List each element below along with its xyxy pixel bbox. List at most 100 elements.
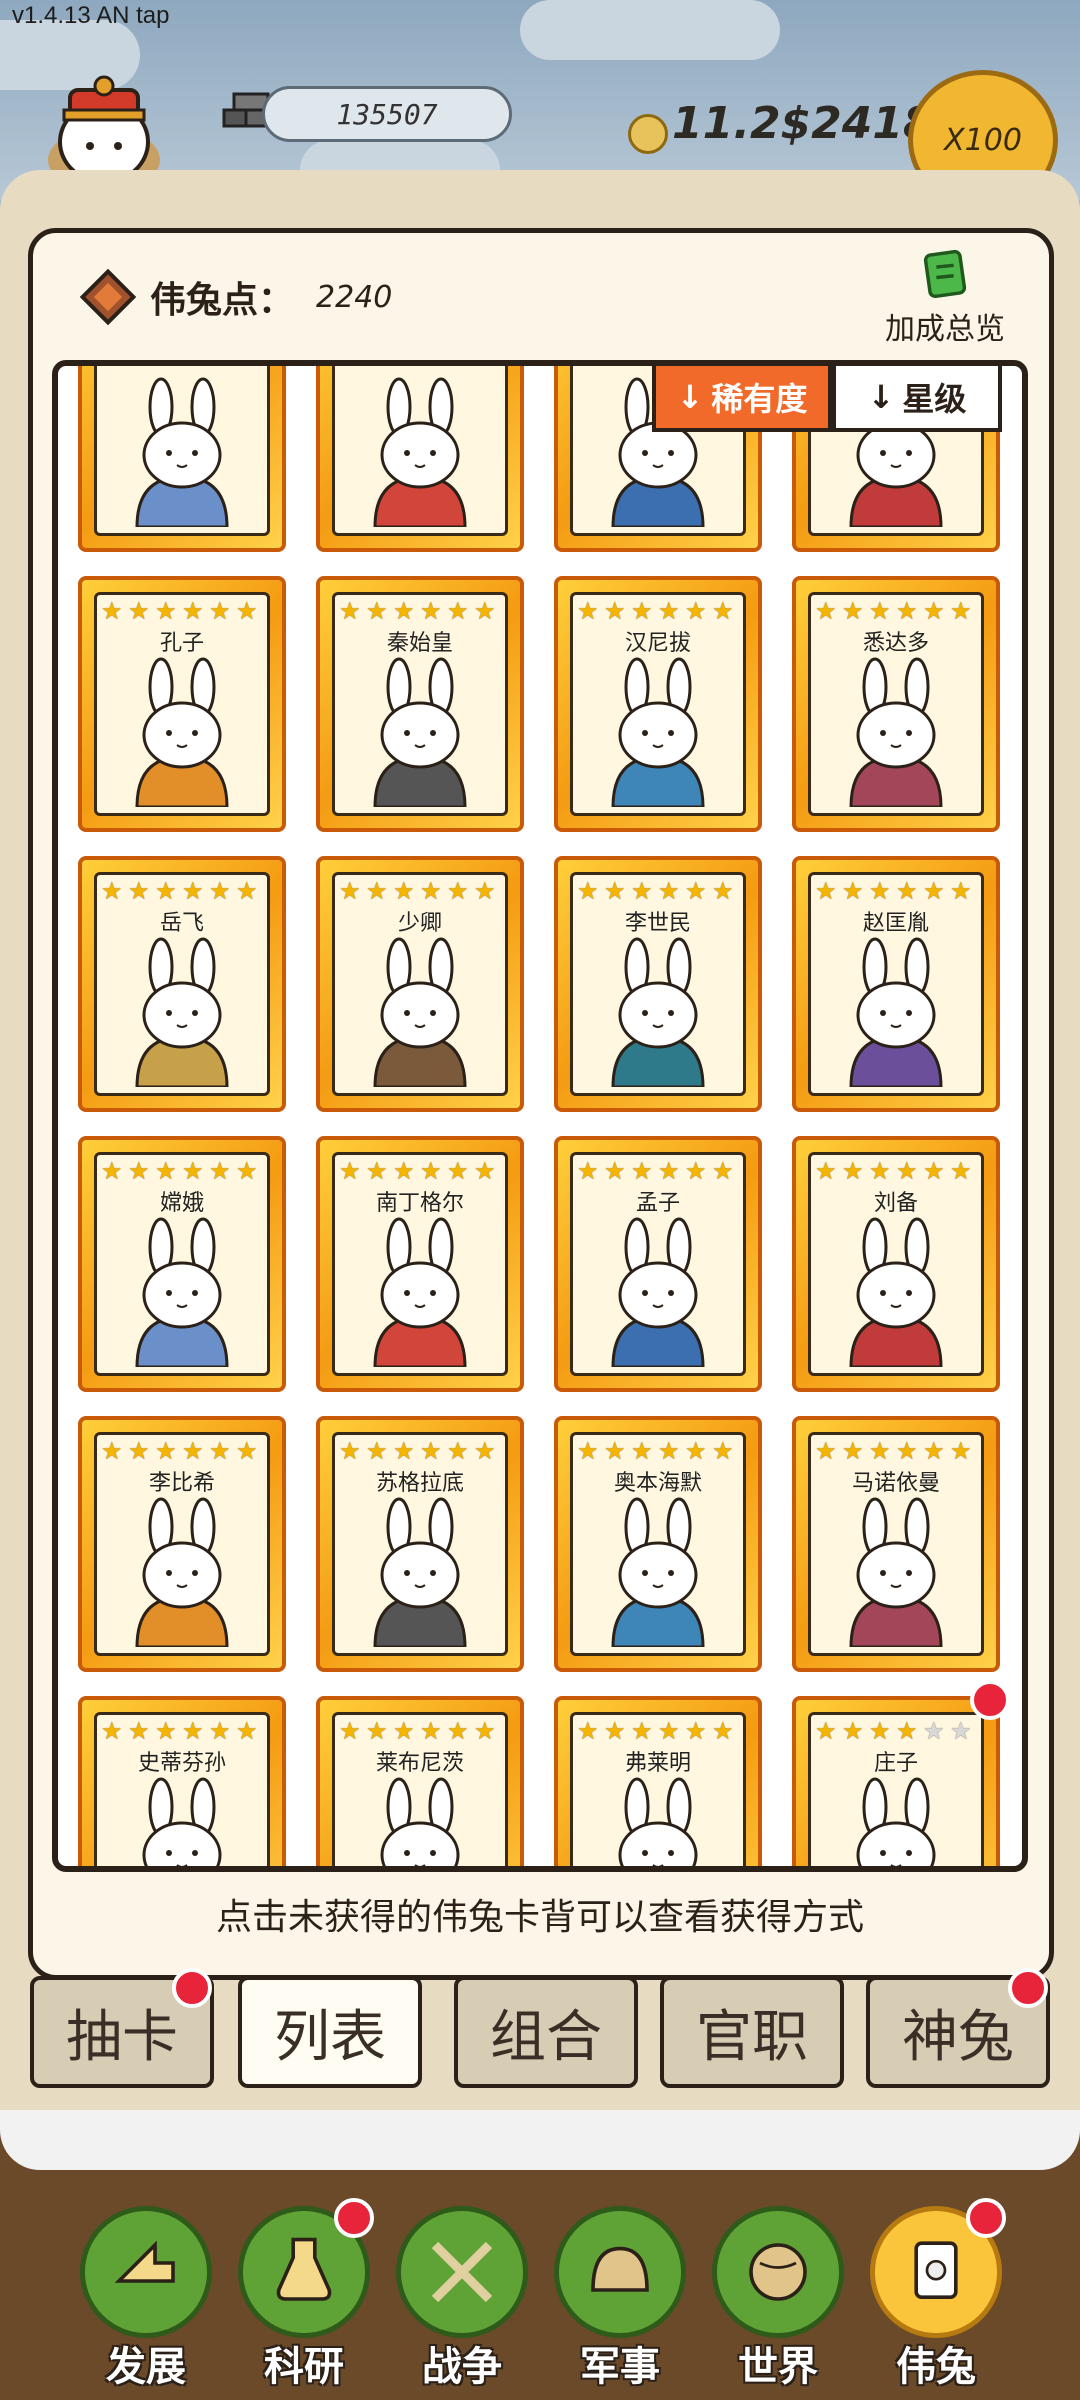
star-rating: ★ ★ ★ ★ ★ ★ bbox=[811, 875, 981, 903]
nav-item-1[interactable]: 发展 bbox=[76, 2206, 216, 2396]
star-icon: ★ bbox=[393, 1437, 415, 1465]
sort-by-stars-button[interactable]: ↓ 星级 bbox=[832, 362, 1002, 432]
star-rating: ★ ★ ★ ★ ★ ★ bbox=[97, 1435, 267, 1463]
star-icon: ★ bbox=[604, 1717, 626, 1745]
star-icon: ★ bbox=[236, 877, 258, 905]
sort-rarity-label: 稀有度 bbox=[711, 380, 808, 418]
nav-button[interactable] bbox=[712, 2206, 844, 2338]
star-icon: ★ bbox=[685, 1717, 707, 1745]
hero-card[interactable]: ★ ★ ★ ★ ★ ★ 莱布尼茨 bbox=[316, 1696, 524, 1866]
emperor-avatar-icon[interactable] bbox=[40, 50, 168, 190]
hero-card[interactable]: ★ ★ ★ ★ ★ ★ 弗莱明 bbox=[554, 1696, 762, 1866]
tab-2[interactable]: 列表 bbox=[238, 1976, 422, 2088]
star-icon: ★ bbox=[712, 877, 734, 905]
hero-card[interactable]: ★ ★ ★ ★ ★ ★ 刘备 bbox=[792, 1136, 1000, 1392]
hero-card[interactable]: ★ ★ ★ ★ ★ ★ 岳飞 bbox=[78, 856, 286, 1112]
resource-counter: 135507 bbox=[262, 86, 512, 142]
star-rating: ★ ★ ★ ★ ★ ★ bbox=[335, 1155, 505, 1183]
star-icon: ★ bbox=[923, 1717, 945, 1745]
card-grid-frame[interactable]: ★ ★ ★ ★ ★ ★ 孔子 ★ ★ ★ ★ ★ ★ 秦始皇 ★ ★ ★ ★ ★ ★ 汉尼拔 ★ ★ ★ ★ ★ ★ 悉达多 ★ ★ ★ ★ ★… bbox=[52, 360, 1028, 1872]
card-name: 李世民 bbox=[624, 911, 691, 936]
hero-card[interactable]: ★ ★ ★ ★ ★ ★ 嫦娥 bbox=[78, 1136, 286, 1392]
nav-label: 军事 bbox=[580, 2344, 660, 2390]
star-icon: ★ bbox=[950, 1437, 972, 1465]
star-rating: ★ ★ ★ ★ ★ ★ bbox=[573, 1155, 743, 1183]
nav-label: 战争 bbox=[422, 2344, 502, 2390]
hero-card[interactable]: ★ ★ ★ ★ ★ ★ 马诺依曼 bbox=[792, 1416, 1000, 1672]
star-icon: ★ bbox=[815, 1437, 837, 1465]
star-icon: ★ bbox=[631, 877, 653, 905]
star-icon: ★ bbox=[577, 1437, 599, 1465]
star-icon: ★ bbox=[128, 597, 150, 625]
hero-card[interactable]: ★ ★ ★ ★ ★ ★ 李世民 bbox=[554, 856, 762, 1112]
nav-item-5[interactable]: 世界 bbox=[708, 2206, 848, 2396]
star-rating: ★ ★ ★ ★ ★ ★ bbox=[811, 1435, 981, 1463]
star-icon: ★ bbox=[950, 1157, 972, 1185]
hero-card[interactable]: ★ ★ ★ ★ ★ ★ 赵匡胤 bbox=[792, 856, 1000, 1112]
star-icon: ★ bbox=[658, 1157, 680, 1185]
notification-badge bbox=[172, 1968, 212, 2008]
nav-button[interactable] bbox=[396, 2206, 528, 2338]
star-rating: ★ ★ ★ ★ ★ ★ bbox=[573, 595, 743, 623]
card-face: ★ ★ ★ ★ ★ ★ 岳飞 bbox=[94, 872, 270, 1096]
star-icon: ★ bbox=[393, 1157, 415, 1185]
points-label: 伟兔点： bbox=[150, 280, 295, 321]
hero-card[interactable]: ★ ★ ★ ★ ★ ★ 苏格拉底 bbox=[316, 1416, 524, 1672]
star-icon: ★ bbox=[236, 1157, 258, 1185]
tab-4[interactable]: 官职 bbox=[660, 1976, 844, 2088]
bunny-character-icon bbox=[618, 1777, 698, 1866]
hero-card[interactable]: ★ ★ ★ ★ ★ ★ 庄子 bbox=[792, 1696, 1000, 1866]
hero-card[interactable]: ★ ★ ★ ★ ★ ★ 少卿 bbox=[316, 856, 524, 1112]
card-face: ★ ★ ★ ★ ★ ★ 汉尼拔 bbox=[570, 592, 746, 816]
bunny-character-icon bbox=[611, 937, 705, 1087]
star-icon: ★ bbox=[658, 1717, 680, 1745]
tab-3[interactable]: 组合 bbox=[454, 1976, 638, 2088]
bonus-overview-button[interactable]: 加成总览 bbox=[870, 248, 1020, 348]
star-icon: ★ bbox=[474, 1717, 496, 1745]
star-icon: ★ bbox=[685, 1157, 707, 1185]
hero-card[interactable]: ★ ★ ★ ★ ★ ★ 奥本海默 bbox=[554, 1416, 762, 1672]
hero-card[interactable]: ★ ★ ★ ★ ★ ★ 汉尼拔 bbox=[554, 576, 762, 832]
star-icon: ★ bbox=[658, 597, 680, 625]
star-rating: ★ ★ ★ ★ ★ ★ bbox=[335, 1715, 505, 1743]
hero-card[interactable]: ★ ★ ★ ★ ★ ★ 孔子 bbox=[78, 576, 286, 832]
star-icon: ★ bbox=[420, 877, 442, 905]
star-icon: ★ bbox=[339, 1157, 361, 1185]
card-face: ★ ★ ★ ★ ★ ★ 悉达多 bbox=[808, 592, 984, 816]
nav-label: 伟兔 bbox=[896, 2344, 976, 2390]
star-icon: ★ bbox=[950, 597, 972, 625]
nav-button[interactable] bbox=[80, 2206, 212, 2338]
hero-card[interactable]: ★ ★ ★ ★ ★ ★ 悉达多 bbox=[792, 576, 1000, 832]
hero-card[interactable]: ★ ★ ★ ★ ★ ★ 秦始皇 bbox=[316, 576, 524, 832]
card-name: 苏格拉底 bbox=[375, 1471, 464, 1496]
bunny-character-icon bbox=[135, 657, 229, 807]
nav-item-3[interactable]: 战争 bbox=[392, 2206, 532, 2396]
hero-card[interactable] bbox=[78, 366, 286, 552]
star-icon: ★ bbox=[950, 1717, 972, 1745]
star-icon: ★ bbox=[366, 597, 388, 625]
hero-card[interactable]: ★ ★ ★ ★ ★ ★ 南丁格尔 bbox=[316, 1136, 524, 1392]
card-name: 汉尼拔 bbox=[624, 631, 691, 656]
star-rating: ★ ★ ★ ★ ★ ★ bbox=[335, 595, 505, 623]
arrow-down-icon: ↓ bbox=[867, 378, 895, 416]
arrow-up-icon bbox=[114, 2240, 175, 2283]
card-name: 少卿 bbox=[397, 911, 442, 936]
card-face: ★ ★ ★ ★ ★ ★ 马诺依曼 bbox=[808, 1432, 984, 1656]
star-icon: ★ bbox=[896, 877, 918, 905]
card-face: ★ ★ ★ ★ ★ ★ 孔子 bbox=[94, 592, 270, 816]
star-icon: ★ bbox=[101, 1157, 123, 1185]
nav-button[interactable] bbox=[554, 2206, 686, 2338]
star-icon: ★ bbox=[869, 877, 891, 905]
hero-card[interactable]: ★ ★ ★ ★ ★ ★ 孟子 bbox=[554, 1136, 762, 1392]
sort-by-rarity-button[interactable]: ↓ 稀有度 bbox=[652, 362, 832, 432]
star-icon: ★ bbox=[815, 877, 837, 905]
nav-item-4[interactable]: 军事 bbox=[550, 2206, 690, 2396]
hero-card[interactable]: ★ ★ ★ ★ ★ ★ 史蒂芬孙 bbox=[78, 1696, 286, 1866]
hero-card[interactable]: ★ ★ ★ ★ ★ ★ 李比希 bbox=[78, 1416, 286, 1672]
star-icon: ★ bbox=[685, 1437, 707, 1465]
nav-label: 世界 bbox=[738, 2344, 818, 2390]
star-icon: ★ bbox=[209, 1157, 231, 1185]
hero-card[interactable] bbox=[316, 366, 524, 552]
card-name: 史蒂芬孙 bbox=[137, 1751, 226, 1776]
bunny-character-icon bbox=[611, 657, 705, 807]
